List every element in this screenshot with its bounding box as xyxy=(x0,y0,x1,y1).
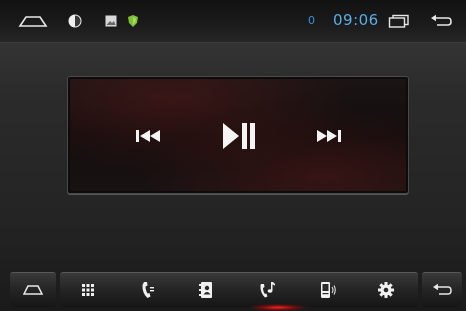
active-indicator-glow xyxy=(250,304,306,311)
recents-icon[interactable] xyxy=(388,11,410,31)
dock-back-button[interactable] xyxy=(422,272,462,307)
clock: 09:06 xyxy=(333,11,379,29)
status-bar: 0 09:06 xyxy=(0,0,466,43)
music-button[interactable] xyxy=(254,279,282,301)
next-track-button[interactable] xyxy=(313,121,345,151)
contacts-icon xyxy=(199,282,212,298)
back-icon xyxy=(433,283,452,295)
play-pause-icon xyxy=(223,123,255,149)
previous-track-icon xyxy=(136,130,160,142)
phone-button[interactable] xyxy=(134,279,162,301)
play-pause-button[interactable] xyxy=(220,121,258,151)
app-dock xyxy=(60,272,418,307)
previous-track-button[interactable] xyxy=(132,121,164,151)
settings-button[interactable] xyxy=(372,279,400,301)
contacts-button[interactable] xyxy=(192,279,220,301)
shield-icon xyxy=(126,11,140,31)
phone-settings-icon xyxy=(321,282,336,298)
next-track-icon xyxy=(317,130,341,142)
phone-settings-button[interactable] xyxy=(314,279,342,301)
home-icon[interactable] xyxy=(18,11,48,31)
back-icon[interactable] xyxy=(428,11,454,31)
music-icon xyxy=(260,282,276,298)
media-player-panel xyxy=(67,76,409,194)
brightness-icon xyxy=(66,11,84,31)
screen: 0 09:06 xyxy=(0,0,466,311)
home-icon xyxy=(22,285,44,295)
signal-indicator: 0 xyxy=(308,14,315,27)
settings-icon xyxy=(378,282,394,298)
apps-grid-icon xyxy=(82,284,94,296)
phone-icon xyxy=(142,282,154,298)
apps-grid-button[interactable] xyxy=(74,279,102,301)
dock-home-button[interactable] xyxy=(10,272,56,307)
gallery-icon xyxy=(104,11,118,31)
